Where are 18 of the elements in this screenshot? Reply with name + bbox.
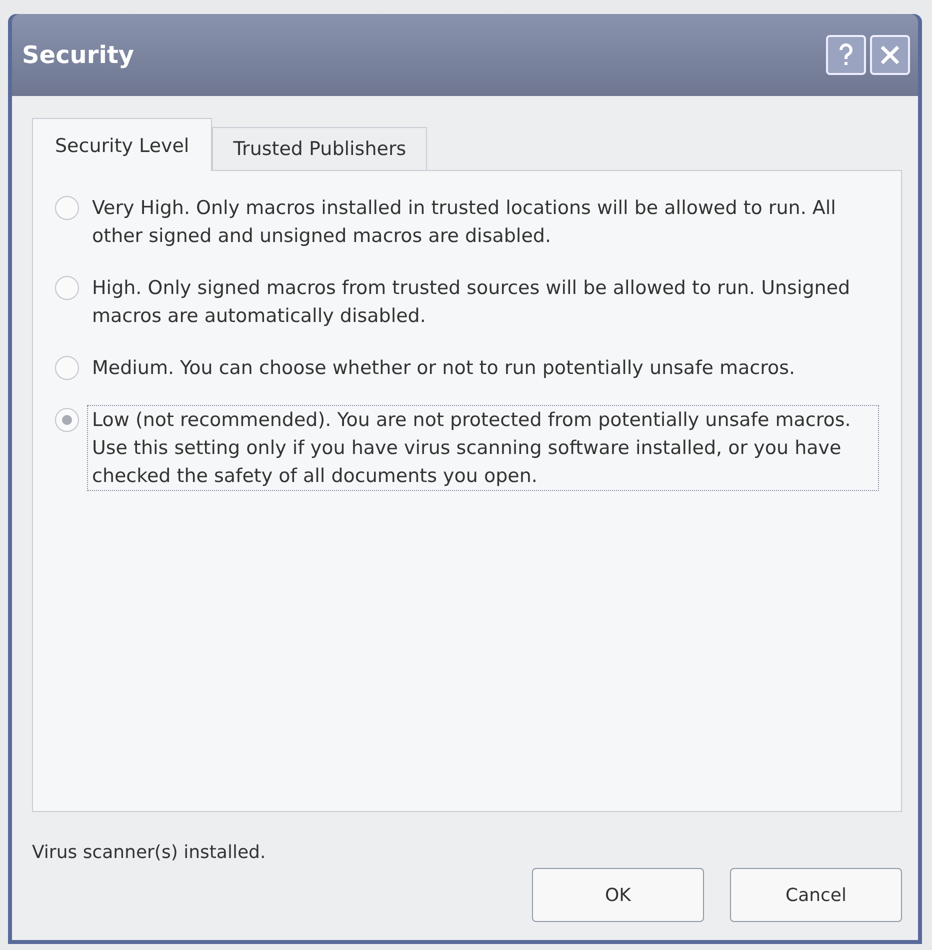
option-label: High. Only signed macros from trusted sources will be allowed to run. Unsigned macros are automatically disabled. xyxy=(91,276,852,329)
radio-button[interactable] xyxy=(55,196,79,220)
close-button[interactable] xyxy=(870,35,910,75)
tab[interactable]: Security Level xyxy=(32,118,212,171)
option-label: Low (not recommended). You are not protected from potentially unsafe macros. Use this setting only if you have virus scanning software installed, or you have checked the safety of all documents you open. xyxy=(87,405,879,491)
tab[interactable]: Trusted Publishers xyxy=(212,127,428,171)
close-icon xyxy=(879,44,901,66)
option-label: Very High. Only macros installed in trusted locations will be allowed to run. All other signed and unsigned macros are disabled. xyxy=(91,196,837,249)
radio-button[interactable] xyxy=(55,276,79,300)
dialog-button[interactable]: Cancel xyxy=(730,868,902,922)
dialog-button[interactable]: OK xyxy=(532,868,704,922)
status-text: Virus scanner(s) installed. xyxy=(32,842,266,863)
help-button[interactable] xyxy=(826,35,866,75)
window-title: Security xyxy=(22,41,136,69)
option-label: Medium. You can choose whether or not to run potentially unsafe macros. xyxy=(91,356,796,381)
radio-button[interactable] xyxy=(55,356,79,380)
radio-button[interactable] xyxy=(55,408,79,432)
help-icon xyxy=(838,43,854,67)
